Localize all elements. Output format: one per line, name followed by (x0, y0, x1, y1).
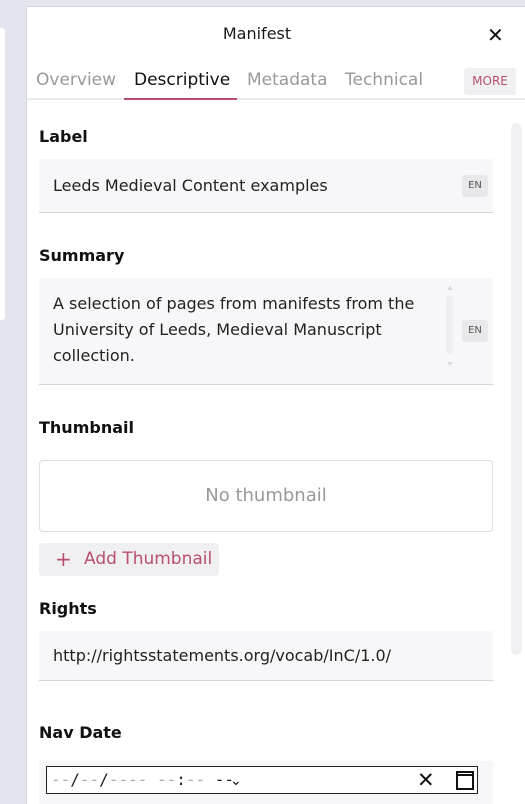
tab-bar: Overview Descriptive Metadata Technical … (27, 65, 525, 100)
calendar-icon[interactable] (456, 771, 474, 790)
label-field[interactable]: Leeds Medieval Content examples EN (39, 159, 493, 213)
nav-date-heading: Nav Date (39, 723, 122, 742)
rights-field[interactable]: http://rightsstatements.org/vocab/InC/1.… (39, 631, 493, 681)
language-badge[interactable]: EN (462, 320, 488, 342)
left-sidebar-edge (0, 28, 5, 320)
close-icon[interactable]: ✕ (487, 23, 504, 47)
chevron-down-icon[interactable]: ⌄ (230, 773, 242, 789)
summary-scrollbar[interactable] (445, 286, 455, 366)
nav-date-input[interactable]: --/--/---- --:-- -- ⌄ ✕ (46, 766, 478, 794)
panel-title: Manifest (222, 24, 292, 43)
left-sidebar-strip (0, 0, 26, 804)
thumbnail-placeholder: No thumbnail (39, 460, 493, 532)
summary-line: University of Leeds, Medieval Manuscript (53, 320, 382, 339)
rights-value: http://rightsstatements.org/vocab/InC/1.… (53, 646, 392, 665)
summary-line: A selection of pages from manifests from… (53, 294, 415, 313)
scroll-down-icon (447, 362, 453, 366)
rights-heading: Rights (39, 599, 97, 618)
manifest-panel: Manifest ✕ Overview Descriptive Metadata… (26, 6, 525, 804)
scroll-thumb (446, 296, 453, 354)
nav-date-placeholder: --/--/---- --:-- -- (51, 770, 235, 789)
thumbnail-heading: Thumbnail (39, 418, 134, 437)
summary-line: collection. (53, 346, 135, 365)
add-thumbnail-button[interactable]: + Add Thumbnail (39, 543, 219, 576)
label-heading: Label (39, 127, 88, 146)
active-tab-indicator (124, 98, 237, 100)
scroll-up-icon (447, 286, 453, 290)
tab-technical[interactable]: Technical (345, 70, 423, 90)
summary-field[interactable]: A selection of pages from manifests from… (39, 278, 493, 385)
language-badge[interactable]: EN (462, 175, 488, 197)
clear-icon[interactable]: ✕ (417, 768, 435, 792)
tab-descriptive[interactable]: Descriptive (134, 70, 230, 90)
panel-scrollbar[interactable] (511, 123, 522, 655)
plus-icon: + (55, 547, 72, 571)
add-thumbnail-label: Add Thumbnail (84, 549, 213, 569)
more-tabs-button[interactable]: MORE (464, 68, 516, 95)
summary-heading: Summary (39, 246, 125, 265)
tab-metadata[interactable]: Metadata (247, 70, 328, 90)
tab-overview[interactable]: Overview (36, 70, 116, 90)
label-value: Leeds Medieval Content examples (53, 176, 328, 195)
